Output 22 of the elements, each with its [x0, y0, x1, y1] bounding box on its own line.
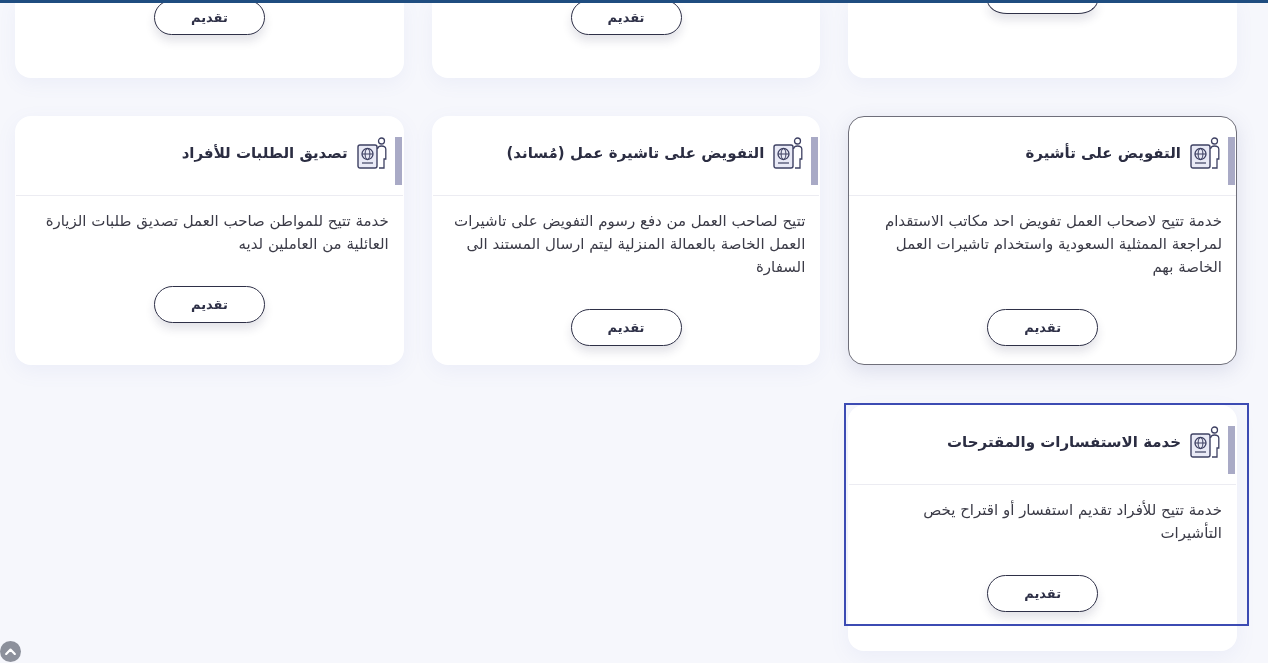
service-title: تصديق الطلبات للأفراد: [181, 144, 348, 162]
apply-button[interactable]: تقديم: [987, 309, 1099, 346]
apply-button[interactable]: تقديم: [153, 286, 265, 323]
passport-icon: [773, 137, 804, 169]
service-title: خدمة الاستفسارات والمقترحات: [947, 433, 1181, 451]
apply-button[interactable]: تقديم: [987, 575, 1099, 612]
service-title: التفويض على تاشيرة عمل (مُساند): [506, 144, 765, 162]
passport-icon: [1190, 137, 1220, 169]
scroll-top-button[interactable]: [0, 641, 21, 662]
passport-icon: [1190, 426, 1220, 458]
chevron-up-icon: [5, 648, 16, 655]
service-description: خدمة تتيح لاصحاب العمل تفويض احد مكاتب الاستقدام لمراجعة الممثلية السعودية واستخدام تاشيرات العمل الخاصة بهم: [883, 211, 1222, 278]
service-title: التفويض على تأشيرة: [1025, 144, 1181, 162]
service-description: خدمة تتيح للمواطن صاحب العمل تصديق طلبات الزيارة العائلية من العاملين لديه: [44, 211, 389, 255]
service-description: تتيح لصاحب العمل من دفع رسوم التفويض على تاشيرات العمل الخاصة بالعمالة المنزلية ليتم ارسال المستند الى السفارة: [453, 211, 806, 278]
accent-bar: [811, 137, 819, 185]
accent-bar: [394, 137, 402, 185]
passport-icon: [356, 137, 387, 169]
accent-bar: [1228, 137, 1235, 185]
apply-button[interactable]: تقديم: [570, 309, 682, 346]
accent-bar: [1228, 426, 1235, 474]
service-description: خدمة تتيح للأفراد تقديم استفسار أو اقتراح يخص التأشيرات: [922, 499, 1222, 544]
